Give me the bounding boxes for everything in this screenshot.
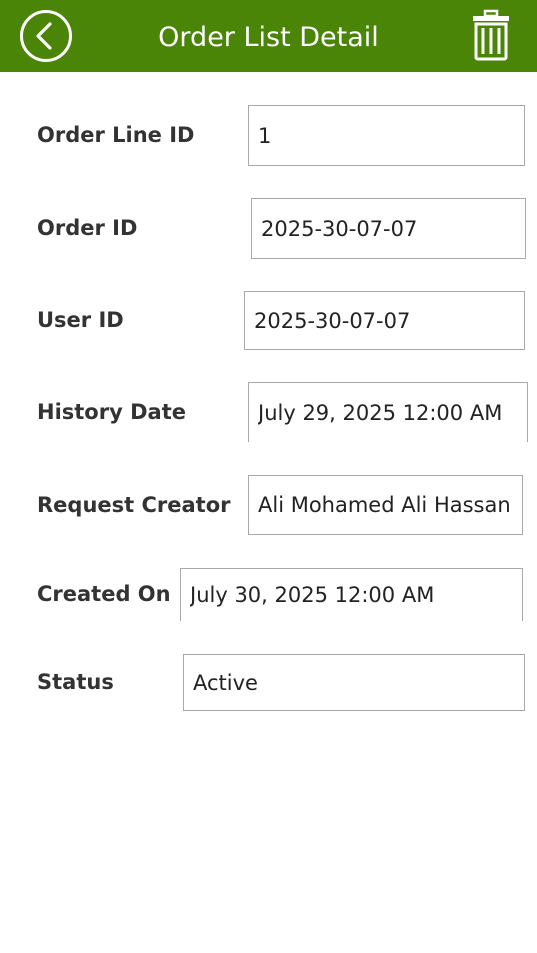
created-on-input[interactable]	[180, 568, 523, 621]
page-title: Order List Detail	[158, 22, 379, 53]
order-line-id-label: Order Line ID	[37, 123, 195, 147]
history-date-label: History Date	[37, 400, 186, 424]
status-label: Status	[37, 670, 114, 694]
request-creator-label: Request Creator	[37, 493, 231, 517]
history-date-input[interactable]	[248, 382, 528, 442]
user-id-input[interactable]	[244, 291, 525, 350]
request-creator-input[interactable]	[248, 475, 523, 535]
order-id-label: Order ID	[37, 216, 138, 240]
back-circle-chevron-icon	[20, 10, 72, 62]
user-id-label: User ID	[37, 308, 124, 332]
back-button[interactable]	[19, 9, 73, 63]
status-input[interactable]	[183, 654, 525, 711]
order-line-id-input[interactable]	[248, 105, 525, 166]
delete-button[interactable]	[470, 9, 512, 61]
app-header: Order List Detail	[0, 0, 537, 72]
created-on-label: Created On	[37, 582, 171, 606]
order-id-input[interactable]	[251, 198, 526, 259]
trash-icon	[473, 9, 509, 61]
